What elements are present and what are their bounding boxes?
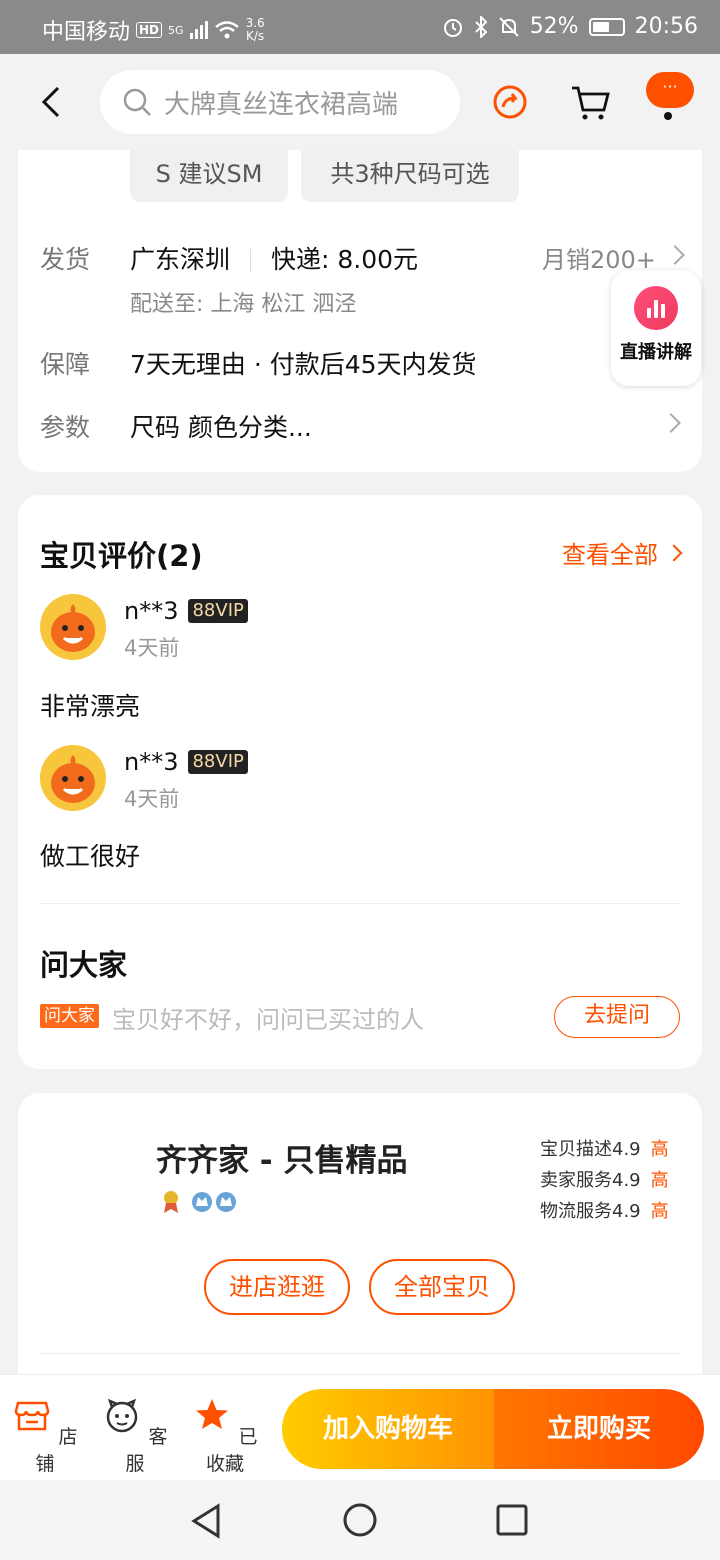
buy-now-button[interactable]: 立即购买 xyxy=(494,1389,704,1469)
score-label: 卖家服务4.9 xyxy=(540,1170,641,1191)
deliver-to[interactable]: 配送至: 上海 松江 泗泾 xyxy=(130,286,356,318)
message-button[interactable]: ··· xyxy=(646,72,694,108)
search-icon xyxy=(123,88,151,116)
username: n**3 xyxy=(124,748,179,776)
mascot-avatar-icon xyxy=(51,755,95,803)
chevron-right-icon xyxy=(665,544,683,561)
wifi-icon xyxy=(214,21,239,39)
crown-icon xyxy=(192,1192,236,1212)
score-label: 物流服务4.9 xyxy=(540,1201,641,1222)
bottom-action-bar: 店铺 客服 已收藏 加入购物车 立即购买 xyxy=(0,1374,720,1480)
search-placeholder: 大牌真丝连衣裙高端 xyxy=(164,89,399,120)
review-text[interactable]: 做工很好 xyxy=(40,837,140,873)
cart-icon[interactable] xyxy=(568,80,612,124)
vip-badge: 88VIP xyxy=(188,750,248,774)
live-explain-button[interactable]: 直播讲解 xyxy=(611,270,701,386)
review-time: 4天前 xyxy=(124,787,180,811)
score-level: 高 xyxy=(650,1201,669,1222)
signal-icon xyxy=(189,21,208,39)
express-fee: 快递: 8.00元 xyxy=(271,245,419,274)
speed-unit: K/s xyxy=(246,29,265,43)
shop-badges xyxy=(160,1189,238,1215)
mute-icon xyxy=(498,16,519,37)
tab-store[interactable]: 店铺 xyxy=(10,1395,80,1476)
review-time: 4天前 xyxy=(124,636,180,660)
params-value[interactable]: 尺码 颜色分类... xyxy=(130,408,312,444)
battery-icon xyxy=(588,17,625,36)
battery-percent: 52% xyxy=(529,14,579,39)
clock: 20:56 xyxy=(634,14,698,39)
score-logistics: 物流服务4.9 高 xyxy=(540,1197,669,1223)
chevron-right-icon[interactable] xyxy=(665,245,685,265)
shop-name[interactable]: 齐齐家 - 只售精品 xyxy=(156,1135,407,1180)
ask-title: 问大家 xyxy=(40,948,128,982)
customer-service-icon xyxy=(107,1398,138,1433)
params-label: 参数 xyxy=(40,413,91,442)
review-user: n**3 88VIP xyxy=(124,597,248,625)
divider xyxy=(40,903,680,904)
all-items-button[interactable]: 全部宝贝 xyxy=(369,1259,515,1315)
guarantee-value[interactable]: 7天无理由 · 付款后45天内发货 xyxy=(130,345,477,381)
tab-favorited[interactable]: 已收藏 xyxy=(190,1395,260,1476)
enter-shop-button[interactable]: 进店逛逛 xyxy=(204,1259,350,1315)
ship-from: 广东深圳 xyxy=(130,245,231,274)
vip-badge: 88VIP xyxy=(188,599,248,623)
chevron-right-icon[interactable] xyxy=(661,413,681,433)
avatar xyxy=(40,594,106,660)
divider xyxy=(40,1353,680,1354)
back-arrow-icon[interactable] xyxy=(34,80,74,124)
product-spec-card: S 建议SM 共3种尺码可选 发货 广东深圳 快递: 8.00元 月销200+ 配… xyxy=(18,150,702,472)
score-service: 卖家服务4.9 高 xyxy=(540,1166,669,1192)
live-icon xyxy=(634,286,678,330)
avatar xyxy=(40,745,106,811)
notification-dot xyxy=(664,112,672,120)
score-label: 宝贝描述4.9 xyxy=(540,1139,641,1160)
search-bar[interactable]: 大牌真丝连衣裙高端 xyxy=(100,70,460,134)
shop-card: 齐齐家 - 只售精品 宝贝描述4.9 高 卖家服务4.9 高 物流服务4.9 高 进店… xyxy=(18,1093,702,1393)
store-icon xyxy=(15,1401,50,1431)
nav-back-icon[interactable] xyxy=(188,1502,224,1540)
size-options-chip[interactable]: 共3种尺码可选 xyxy=(301,150,519,202)
mascot-avatar-icon xyxy=(51,604,95,652)
share-icon[interactable] xyxy=(488,80,532,124)
alarm-icon xyxy=(443,18,462,37)
reviews-card: 宝贝评价(2) 查看全部 n**3 88VIP 4天前 非常漂亮 n**3 88… xyxy=(18,495,702,1069)
star-icon xyxy=(196,1399,229,1429)
carrier-name: 中国移动 xyxy=(42,20,131,45)
network-type: 5G xyxy=(168,23,184,37)
username: n**3 xyxy=(124,597,179,625)
ask-question-button[interactable]: 去提问 xyxy=(554,996,680,1038)
review-text[interactable]: 非常漂亮 xyxy=(40,687,140,723)
network-speed: 3.6 K/s xyxy=(246,17,265,43)
tab-customer-service[interactable]: 客服 xyxy=(100,1395,170,1476)
bluetooth-icon xyxy=(474,15,488,38)
score-description: 宝贝描述4.9 高 xyxy=(540,1135,669,1161)
nav-recents-icon[interactable] xyxy=(496,1504,528,1536)
top-nav: 大牌真丝连衣裙高端 ··· xyxy=(0,54,720,150)
add-to-cart-button[interactable]: 加入购物车 xyxy=(282,1389,494,1469)
speed-value: 3.6 xyxy=(245,16,265,30)
score-level: 高 xyxy=(650,1139,669,1160)
ask-placeholder[interactable]: 宝贝好不好，问问已买过的人 xyxy=(112,1000,424,1035)
divider xyxy=(250,249,252,273)
shipping-info: 广东深圳 快递: 8.00元 xyxy=(130,240,418,276)
score-level: 高 xyxy=(650,1170,669,1191)
reviews-title: 宝贝评价(2) xyxy=(40,539,203,573)
guarantee-label: 保障 xyxy=(40,350,91,379)
see-all-reviews-link[interactable]: 查看全部 xyxy=(562,535,683,570)
live-label: 直播讲解 xyxy=(620,342,692,363)
shipping-label: 发货 xyxy=(40,245,91,274)
size-chip[interactable]: S 建议SM xyxy=(130,150,288,202)
status-bar: 中国移动 HD 5G 3.6 K/s 52% 20:56 xyxy=(0,0,720,54)
review-user: n**3 88VIP xyxy=(124,748,248,776)
hd-indicator: HD xyxy=(136,22,163,38)
see-all-label: 查看全部 xyxy=(562,541,658,569)
nav-home-icon[interactable] xyxy=(342,1502,378,1538)
ask-tag: 问大家 xyxy=(40,1004,99,1028)
system-nav-bar xyxy=(0,1480,720,1560)
medal-icon xyxy=(164,1191,178,1213)
